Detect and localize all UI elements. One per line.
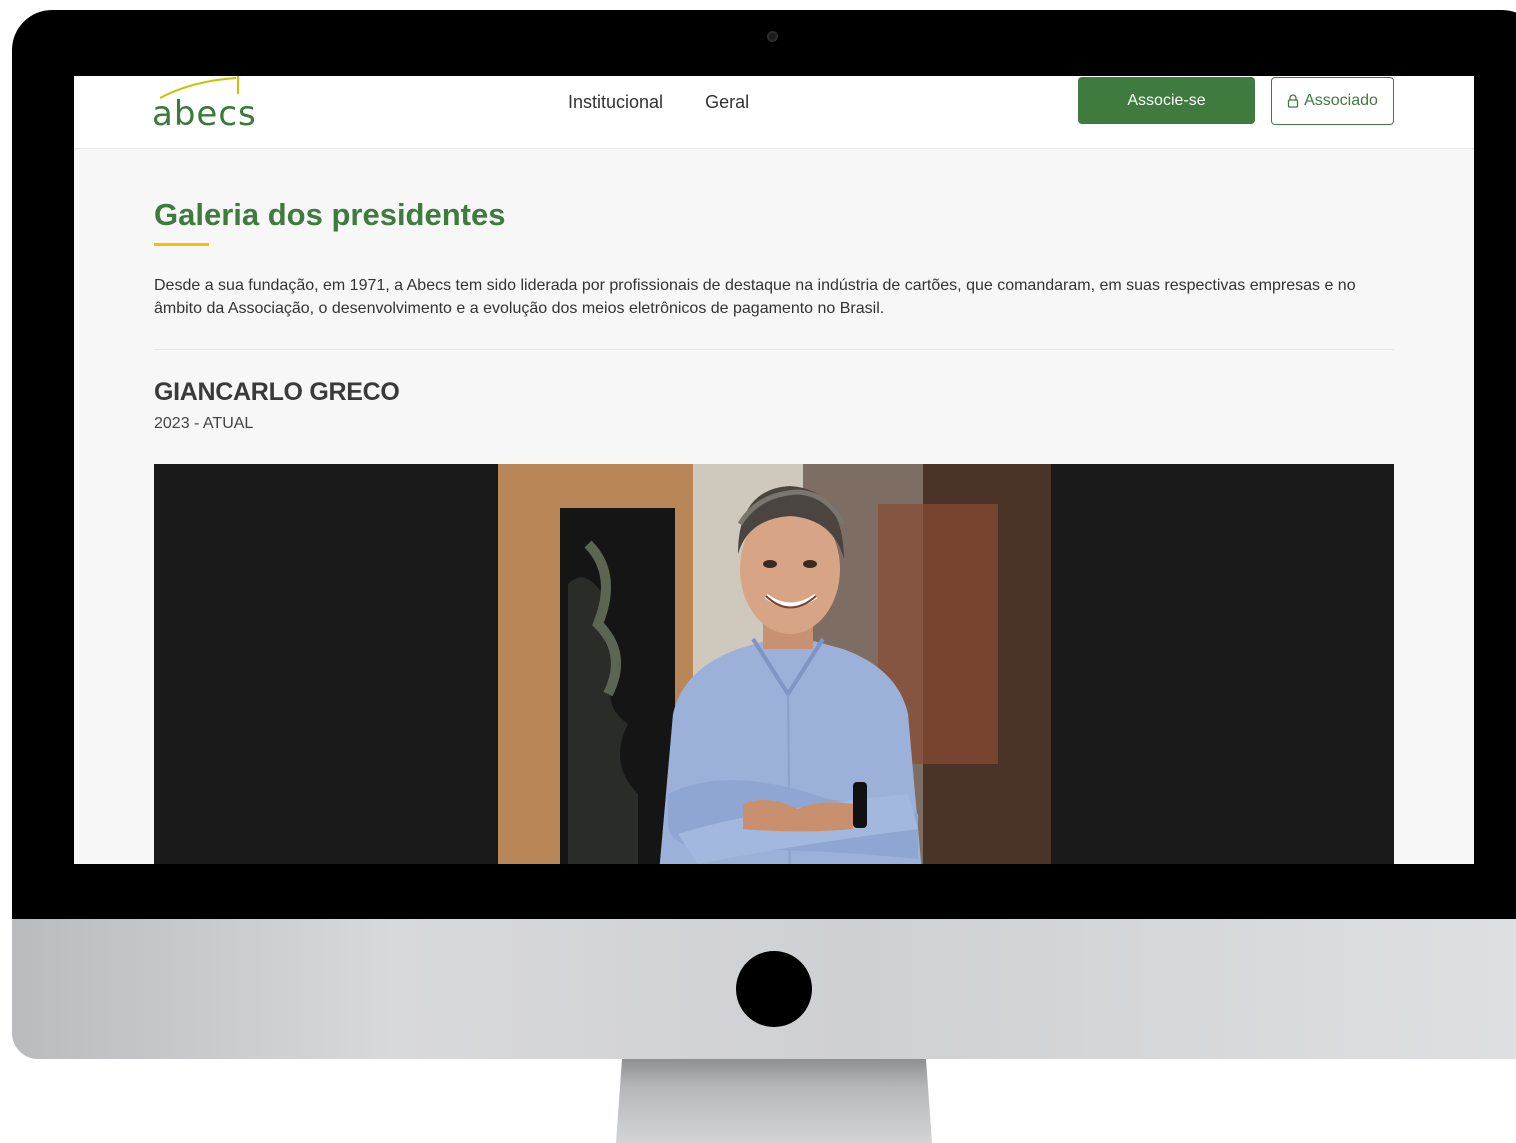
lock-icon — [1287, 94, 1299, 108]
title-underline — [154, 243, 209, 246]
section-divider — [154, 349, 1394, 350]
president-photo-frame — [154, 464, 1394, 864]
abecs-logo[interactable]: abecs — [152, 76, 262, 134]
intro-text: Desde a sua fundação, em 1971, a Abecs t… — [154, 277, 1356, 317]
president-photo — [498, 464, 1051, 864]
nav-item-institucional[interactable]: Institucional — [568, 90, 663, 114]
nav-item-geral[interactable]: Geral — [705, 90, 749, 114]
join-button[interactable]: Associe-se — [1078, 77, 1255, 124]
camera-icon — [767, 31, 778, 42]
site-header: abecs Institucional Geral Associe-se Ass… — [74, 76, 1474, 149]
president-period: 2023 - ATUAL — [154, 415, 254, 432]
member-login-label: Associado — [1304, 92, 1378, 109]
member-login-button[interactable]: Associado — [1271, 77, 1394, 125]
president-portrait-illustration — [498, 464, 1051, 864]
main-nav: Institucional Geral — [568, 90, 749, 114]
monitor-logo-circle — [736, 951, 812, 1027]
page-title: Galeria dos presidentes — [154, 197, 506, 232]
president-name: GIANCARLO GRECO — [154, 378, 400, 406]
browser-viewport: abecs Institucional Geral Associe-se Ass… — [74, 76, 1474, 864]
logo-text: abecs — [152, 94, 257, 134]
monitor-stand — [616, 1059, 932, 1143]
